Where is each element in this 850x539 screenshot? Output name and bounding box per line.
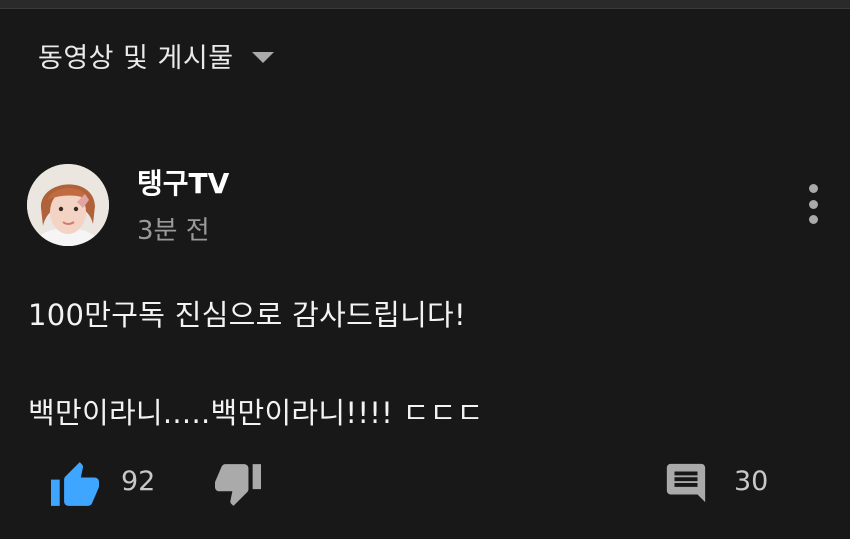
post-text-line: 100만구독 진심으로 감사드립니다! [28,298,466,332]
avatar[interactable] [27,164,109,246]
action-bar: 92 30 [0,460,850,510]
caret-down-icon [251,52,274,63]
post-timestamp: 3분 전 [137,216,210,246]
thumbs-up-icon [51,462,99,506]
avatar-image [27,164,109,246]
like-button[interactable] [48,460,102,512]
more-options-icon[interactable] [798,184,828,224]
filter-label: 동영상 및 게시물 [38,43,234,74]
comment-icon [666,463,706,503]
content-filter-dropdown[interactable]: 동영상 및 게시물 [38,36,274,75]
channel-name[interactable]: 탱구TV [137,162,229,202]
like-count: 92 [121,466,156,497]
comment-count: 30 [734,466,769,497]
top-divider [0,0,850,9]
thumbs-down-icon [215,464,261,506]
dislike-button[interactable] [212,462,264,512]
post-text-line: 백만이라니.....백만이라니!!!! ㄷㄷㄷ [28,396,484,430]
community-post: 탱구TV 3분 전 100만구독 진심으로 감사드립니다! 백만이라니.....… [0,150,850,539]
comment-button[interactable] [662,460,710,510]
